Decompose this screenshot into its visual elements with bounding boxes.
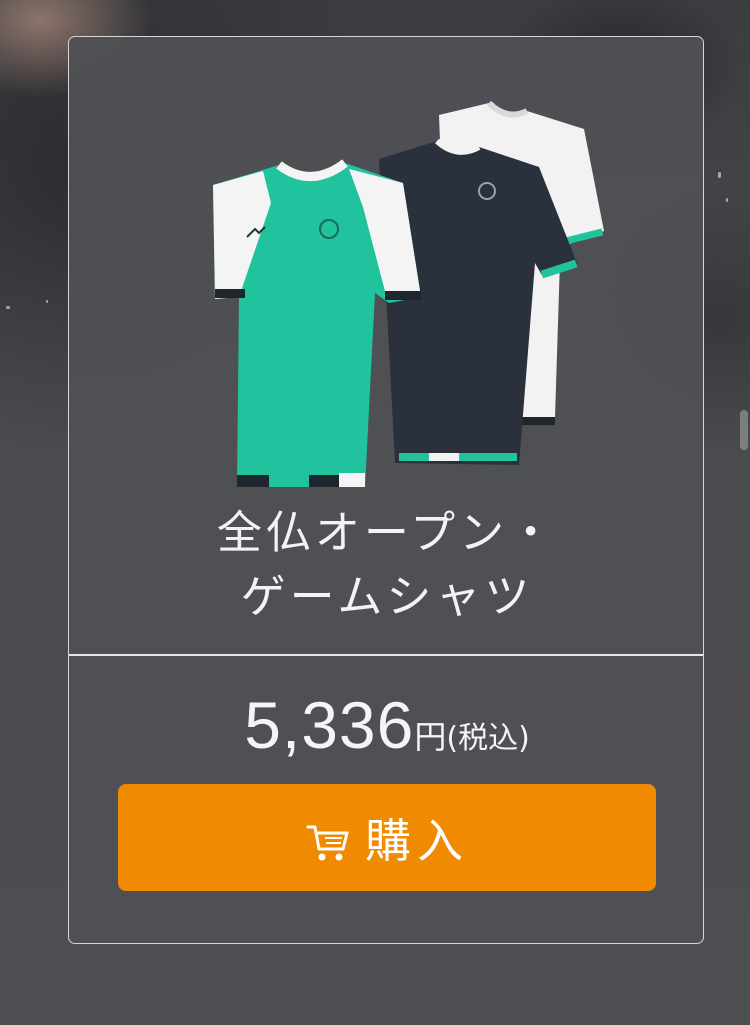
buy-button[interactable]: 購入	[118, 784, 656, 891]
price-tax-note: (税込)	[446, 721, 530, 756]
buy-button-label: 購入	[365, 813, 469, 868]
product-title-line2: ゲームシャツ	[240, 570, 534, 623]
price-currency: 円	[414, 718, 447, 756]
product-image	[213, 100, 604, 487]
product-title: 全仏オープン・ ゲームシャツ	[69, 501, 705, 629]
price: 5,336円(税込)	[69, 687, 705, 763]
product-title-line1: 全仏オープン・	[216, 506, 558, 559]
product-card[interactable]: 全仏オープン・ ゲームシャツ 5,336円(税込) 購入	[68, 36, 704, 944]
divider	[69, 654, 703, 656]
cart-icon	[306, 825, 349, 860]
price-amount: 5,336	[244, 688, 415, 762]
